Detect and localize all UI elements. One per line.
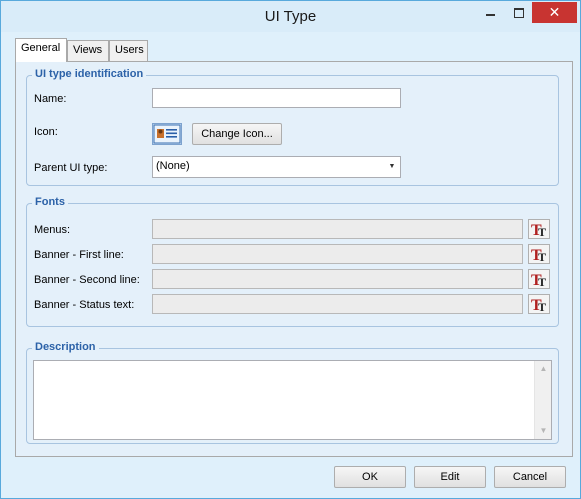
description-text: [34, 361, 551, 367]
parent-ui-type-select[interactable]: (None) ▼: [152, 156, 401, 178]
id-card-icon: [153, 124, 181, 144]
ok-button[interactable]: OK: [334, 466, 406, 488]
close-button[interactable]: ✕: [532, 2, 577, 23]
ui-type-dialog: UI Type ✕ General Views Users UI type id…: [0, 0, 581, 499]
icon-label: Icon:: [34, 126, 58, 138]
tab-users[interactable]: Users: [109, 40, 148, 61]
font-field-banner-status: [152, 294, 523, 314]
name-label: Name:: [34, 93, 67, 105]
font-label-menus: Menus:: [34, 224, 71, 236]
minimize-icon[interactable]: [484, 2, 498, 23]
group-title-identification: UI type identification: [32, 68, 147, 80]
description-textarea[interactable]: ▲ ▼: [33, 360, 552, 440]
font-picker-button-menus[interactable]: T T: [528, 219, 550, 239]
name-input[interactable]: [152, 88, 401, 108]
font-field-banner-second: [152, 269, 523, 289]
parent-ui-type-value: (None): [156, 160, 190, 172]
font-field-menus: [152, 219, 523, 239]
group-title-fonts: Fonts: [32, 196, 68, 208]
tab-general[interactable]: General: [15, 38, 67, 62]
tab-views[interactable]: Views: [67, 40, 109, 61]
font-field-banner-first: [152, 244, 523, 264]
font-picker-button-banner-first[interactable]: T T: [528, 244, 550, 264]
svg-text:T: T: [538, 275, 546, 288]
title-bar[interactable]: UI Type ✕: [1, 1, 580, 32]
ui-type-icon-preview: [152, 123, 182, 145]
svg-text:T: T: [538, 225, 546, 238]
svg-text:T: T: [538, 300, 546, 313]
scroll-up-icon[interactable]: ▲: [535, 361, 552, 377]
cancel-button[interactable]: Cancel: [494, 466, 566, 488]
font-picker-button-banner-second[interactable]: T T: [528, 269, 550, 289]
font-icon: T T: [531, 272, 546, 289]
svg-text:T: T: [538, 250, 546, 263]
chevron-down-icon[interactable]: ▼: [386, 160, 398, 174]
ui-type-identification-group: UI type identification Name: Icon: Chang…: [26, 68, 559, 186]
maximize-icon[interactable]: [512, 2, 526, 23]
font-icon: T T: [531, 247, 546, 264]
font-label-banner-first: Banner - First line:: [34, 249, 124, 261]
description-group: Description ▲ ▼: [26, 341, 559, 444]
change-icon-button[interactable]: Change Icon...: [192, 123, 282, 145]
font-label-banner-second: Banner - Second line:: [34, 274, 140, 286]
fonts-group: Fonts Menus: T T Banner - First line: T …: [26, 196, 559, 327]
description-scrollbar[interactable]: ▲ ▼: [534, 361, 551, 439]
font-icon: T T: [531, 297, 546, 314]
general-tab-page: UI type identification Name: Icon: Chang…: [15, 61, 573, 457]
edit-button[interactable]: Edit: [414, 466, 486, 488]
font-picker-button-banner-status[interactable]: T T: [528, 294, 550, 314]
group-title-description: Description: [32, 341, 99, 353]
font-label-banner-status: Banner - Status text:: [34, 299, 135, 311]
scroll-down-icon[interactable]: ▼: [535, 423, 552, 439]
parent-ui-type-label: Parent UI type:: [34, 162, 108, 174]
font-icon: T T: [531, 222, 546, 239]
